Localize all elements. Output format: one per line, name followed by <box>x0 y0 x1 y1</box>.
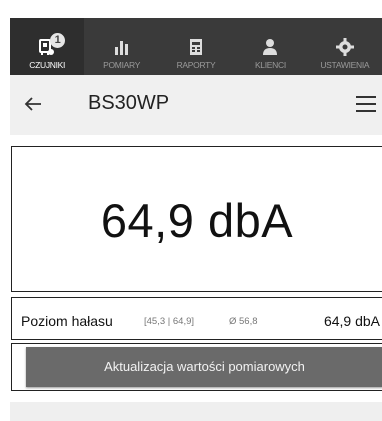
nav-tab-pomiary[interactable]: POMIARY <box>84 18 158 75</box>
title-bar: BS30WP <box>10 75 382 135</box>
measurement-display: 64,9 dbA <box>11 146 382 292</box>
sensor-icon: 1 <box>37 33 66 57</box>
readout-name: Poziom hałasu <box>21 313 113 329</box>
nav-tab-czujniki[interactable]: 1 CZUJNIKI <box>10 18 85 75</box>
update-button-container: Aktualizacja wartości pomiarowych <box>11 343 382 391</box>
top-navigation: 1 CZUJNIKI POMIARY RAPORTY KLIENCI USTAW… <box>10 18 382 75</box>
gear-icon <box>335 37 355 57</box>
nav-tab-ustawienia[interactable]: USTAWIENIA <box>308 18 382 75</box>
nav-tab-label: USTAWIENIA <box>320 60 370 70</box>
readout-value: 64,9 dbA <box>323 313 380 329</box>
back-arrow-icon[interactable] <box>22 93 44 115</box>
nav-tab-raporty[interactable]: RAPORTY <box>159 18 233 75</box>
users-icon <box>260 37 280 57</box>
readout-average: Ø 56,8 <box>229 316 258 327</box>
nav-tab-label: RAPORTY <box>176 60 216 70</box>
nav-tab-label: CZUJNIKI <box>29 60 66 70</box>
noise-level-row[interactable]: Poziom hałasu [45,3 | 64,9] Ø 56,8 64,9 … <box>11 297 382 340</box>
readout-range: [45,3 | 64,9] <box>144 316 195 327</box>
nav-tab-label: KLIENCI <box>254 60 286 70</box>
notification-badge: 1 <box>50 33 66 48</box>
report-icon <box>186 37 206 57</box>
bar-chart-icon <box>112 37 132 57</box>
page-title: BS30WP <box>88 92 170 114</box>
update-values-button[interactable]: Aktualizacja wartości pomiarowych <box>26 347 382 387</box>
nav-tab-label: POMIARY <box>103 60 141 70</box>
big-measurement-value: 64,9 dbA <box>100 194 294 247</box>
bottom-area <box>10 402 382 421</box>
nav-tab-klienci[interactable]: KLIENCI <box>233 18 307 75</box>
hamburger-menu-icon[interactable] <box>356 96 376 112</box>
